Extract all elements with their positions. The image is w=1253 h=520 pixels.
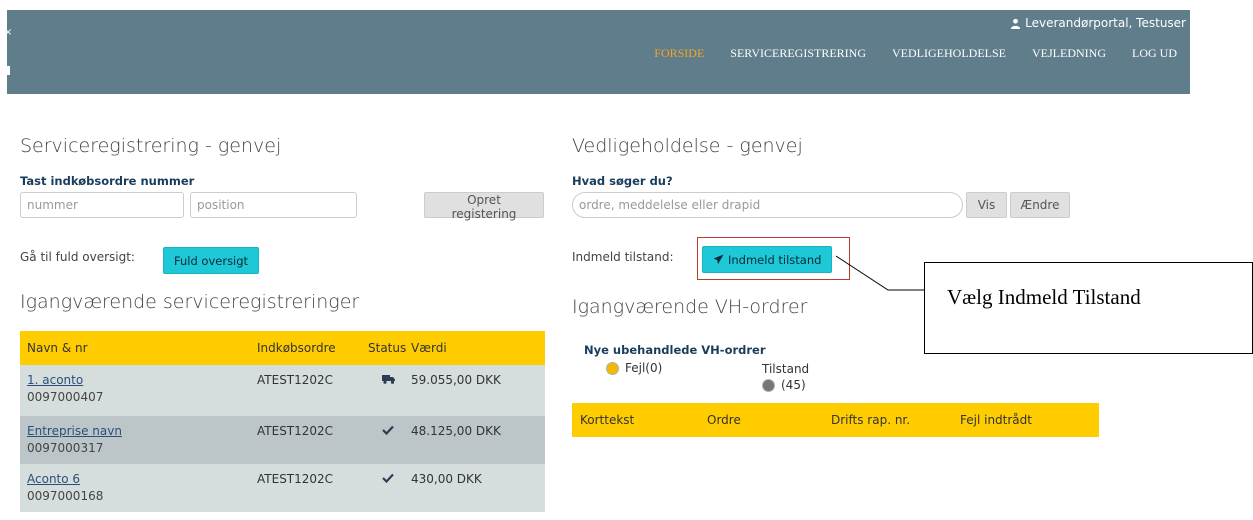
po-number-input[interactable]: [20, 192, 184, 218]
nav-item-vejledning[interactable]: VEJLEDNING: [1019, 46, 1119, 61]
change-button[interactable]: Ændre: [1010, 192, 1070, 218]
row-status-cell: [368, 424, 411, 438]
registration-link[interactable]: 1. aconto: [27, 373, 83, 387]
column-header-ordre[interactable]: Ordre: [707, 413, 831, 427]
registration-link[interactable]: Aconto 6: [27, 472, 80, 486]
search-label: Hvad søger du?: [572, 174, 673, 188]
registration-number: 0097000168: [27, 489, 104, 503]
column-header-order[interactable]: Indkøbsordre: [257, 341, 368, 355]
column-header-drifts[interactable]: Drifts rap. nr.: [831, 413, 960, 427]
nav-item-serviceregistrering[interactable]: SERVICEREGISTRERING: [717, 46, 879, 61]
maintenance-search-input[interactable]: [572, 192, 963, 218]
row-value-cell: 430,00 DKK: [411, 472, 482, 486]
row-value-cell: 48.125,00 DKK: [411, 424, 501, 438]
vh-orders-table: Korttekst Ordre Drifts rap. nr. Fejl ind…: [572, 403, 1099, 437]
truck-icon: [382, 375, 395, 384]
callout-text: Vælg Indmeld Tilstand: [947, 285, 1141, 309]
column-header-value[interactable]: Værdi: [411, 341, 447, 355]
check-icon: [382, 425, 394, 436]
row-order-cell: ATEST1202C: [257, 472, 334, 486]
nav-item-vedligeholdelse[interactable]: VEDLIGEHOLDELSE: [879, 46, 1019, 61]
report-condition-button[interactable]: Indmeld tilstand: [702, 246, 833, 273]
check-icon: [382, 473, 394, 484]
ongoing-service-title: Igangværende serviceregistreringer: [20, 291, 360, 313]
full-overview-label: Gå til fuld oversigt:: [20, 250, 135, 264]
radio-icon[interactable]: [606, 361, 619, 375]
report-condition-button-label: Indmeld tilstand: [728, 252, 822, 267]
filter-option-tilstand[interactable]: (45): [762, 378, 806, 392]
edge-glyph: ×: [4, 27, 13, 38]
row-status-cell: [368, 472, 411, 486]
column-header-korttekst[interactable]: Korttekst: [572, 413, 707, 427]
column-header-fejl[interactable]: Fejl indtrådt: [960, 413, 1032, 427]
registration-link[interactable]: Entreprise navn: [27, 424, 122, 438]
edge-marker: [5, 66, 10, 75]
user-menu[interactable]: Leverandørportal, Testuser: [1010, 16, 1186, 30]
filter-label-tilstand: Tilstand: [762, 362, 810, 376]
row-status-cell: [368, 373, 411, 387]
row-value-cell: 59.055,00 DKK: [411, 373, 501, 387]
table-row[interactable]: 1. aconto 0097000407 ATEST1202C 59.055,0…: [20, 365, 545, 416]
user-icon: [1011, 18, 1021, 29]
table-row[interactable]: Aconto 6 0097000168 ATEST1202C 430,00 DK…: [20, 464, 545, 512]
annotation-callout: Vælg Indmeld Tilstand: [924, 262, 1253, 354]
row-name-cell: 1. aconto 0097000407: [20, 373, 257, 404]
registration-number: 0097000407: [27, 390, 104, 404]
full-overview-button[interactable]: Fuld oversigt: [163, 247, 260, 274]
nav-item-forside[interactable]: FORSIDE: [641, 46, 717, 61]
column-header-name[interactable]: Navn & nr: [20, 341, 257, 355]
filter-label-fejl: Fejl(0): [625, 361, 663, 375]
filter-count-tilstand: (45): [781, 378, 806, 392]
registration-number: 0097000317: [27, 441, 104, 455]
maintenance-shortcut-title: Vedligeholdelse - genvej: [572, 135, 803, 157]
send-icon: [713, 254, 724, 265]
main-nav: FORSIDE SERVICEREGISTRERING VEDLIGEHOLDE…: [641, 46, 1190, 61]
create-registration-button[interactable]: Opret registering: [424, 192, 544, 221]
row-order-cell: ATEST1202C: [257, 373, 334, 387]
report-condition-label: Indmeld tilstand:: [572, 250, 674, 264]
table-row[interactable]: Entreprise navn 0097000317 ATEST1202C 48…: [20, 416, 545, 464]
top-navigation-bar: × Leverandørportal, Testuser FORSIDE SER…: [4, 10, 1190, 94]
filter-option-fejl[interactable]: Fejl(0): [606, 361, 662, 375]
po-position-input[interactable]: [190, 192, 357, 218]
view-button[interactable]: Vis: [966, 192, 1007, 218]
row-name-cell: Entreprise navn 0097000317: [20, 424, 257, 455]
column-header-status[interactable]: Status: [368, 341, 411, 355]
service-shortcut-title: Serviceregistrering - genvej: [20, 135, 282, 157]
ongoing-vh-title: Igangværende VH-ordrer: [572, 296, 808, 318]
table-header: Navn & nr Indkøbsordre Status Værdi: [20, 331, 545, 365]
row-name-cell: Aconto 6 0097000168: [20, 472, 257, 503]
radio-icon[interactable]: [762, 378, 775, 392]
nav-item-log-ud[interactable]: LOG UD: [1119, 46, 1190, 61]
row-order-cell: ATEST1202C: [257, 424, 334, 438]
po-number-label: Tast indkøbsordre nummer: [20, 174, 195, 188]
table-body: 1. aconto 0097000407 ATEST1202C 59.055,0…: [20, 365, 545, 512]
table-header: Korttekst Ordre Drifts rap. nr. Fejl ind…: [572, 403, 1099, 437]
ongoing-service-table: Navn & nr Indkøbsordre Status Værdi 1. a…: [20, 331, 545, 512]
user-label: Leverandørportal, Testuser: [1025, 16, 1186, 30]
new-vh-orders-label: Nye ubehandlede VH-ordrer: [584, 343, 766, 357]
